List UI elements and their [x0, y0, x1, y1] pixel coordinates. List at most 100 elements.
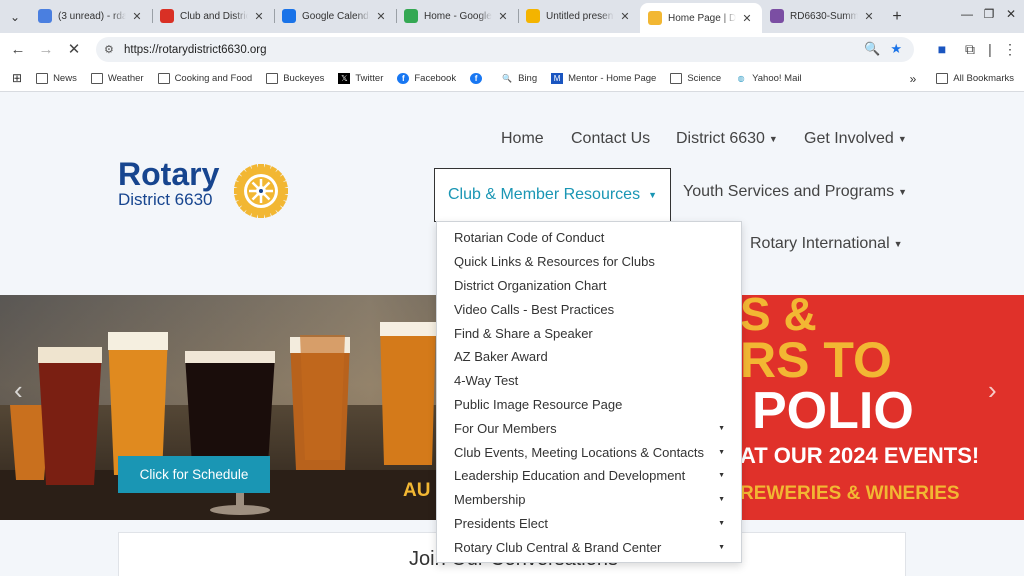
tab-title: RD6630-Summer — [790, 10, 858, 22]
bookmark-item[interactable]: Weather — [90, 72, 144, 84]
apps-grid-icon[interactable]: ⊞ — [12, 71, 22, 85]
nav-get-involved[interactable]: Get Involved ▼ — [804, 130, 907, 148]
forward-button[interactable]: → — [32, 35, 60, 63]
dropdown-item-label: Video Calls - Best Practices — [454, 301, 615, 317]
tab-favicon-icon — [770, 9, 784, 23]
close-tab-icon[interactable]: ✕ — [374, 10, 388, 23]
close-tab-icon[interactable]: ✕ — [862, 10, 876, 23]
rotary-logo[interactable]: Rotary District 6630 — [118, 156, 220, 210]
slider-next-arrow[interactable]: › — [988, 375, 997, 406]
bookmark-item[interactable]: 🔍 Bing — [501, 73, 537, 84]
close-tab-icon[interactable]: ✕ — [252, 10, 266, 23]
bookmark-label: News — [53, 72, 77, 84]
nav-get-involved-label: Get Involved — [804, 130, 894, 147]
dropdown-item[interactable]: Membership ▼ — [437, 488, 741, 512]
dropdown-item[interactable]: 4-Way Test — [437, 369, 741, 393]
dropdown-item[interactable]: For Our Members ▼ — [437, 416, 741, 440]
tab-title: Home - Google Dr — [424, 10, 492, 22]
dropdown-item[interactable]: District Organization Chart — [437, 274, 741, 298]
nav-district[interactable]: District 6630 ▼ — [676, 130, 778, 148]
bookmark-item[interactable]: News — [36, 72, 77, 84]
bookmark-item[interactable]: Buckeyes — [266, 72, 324, 84]
close-tab-icon[interactable]: ✕ — [618, 10, 632, 23]
hero-line-4: AT OUR 2024 EVENTS! — [740, 443, 980, 468]
bookmark-item[interactable]: Cooking and Food — [157, 72, 252, 84]
zoom-icon[interactable]: 🔍 — [864, 41, 880, 57]
dropdown-item[interactable]: Rotarian Code of Conduct — [437, 226, 741, 250]
nav-contact[interactable]: Contact Us — [571, 130, 650, 148]
browser-tab[interactable]: Club and District ✕ — [152, 2, 274, 30]
bookmark-label: Bing — [518, 72, 538, 84]
dropdown-item[interactable]: AZ Baker Award — [437, 345, 741, 369]
bing-search-icon: 🔍 — [502, 73, 513, 83]
web-page: Rotary District 6630 Home Contact Us Dis… — [0, 92, 1024, 576]
browser-tab[interactable]: RD6630-Summer ✕ — [762, 2, 884, 30]
slider-prev-arrow[interactable]: ‹ — [14, 375, 23, 406]
stop-loading-button[interactable]: ✕ — [60, 35, 88, 63]
nav-club-member-resources[interactable]: Club & Member Resources ▼ — [434, 168, 671, 222]
close-window-button[interactable]: ✕ — [994, 0, 1024, 28]
address-bar[interactable]: ⚙ https://rotarydistrict6630.org 🔍 ★ — [96, 37, 914, 62]
extensions-puzzle-icon[interactable]: ⧉ — [956, 41, 984, 58]
nav-youth-services[interactable]: Youth Services and Programs ▼ — [683, 183, 907, 201]
dropdown-item[interactable]: Quick Links & Resources for Clubs — [437, 250, 741, 274]
bookmark-item[interactable]: f — [470, 72, 487, 84]
tab-favicon-icon — [282, 9, 296, 23]
bookmark-list: News Weather Cooking and Food Buckeyes 𝕏 Twit… — [22, 72, 802, 84]
dropdown-item-label: Public Image Resource Page — [454, 396, 623, 412]
tab-favicon-icon — [526, 9, 540, 23]
bookmark-label: Mentor - Home Page — [568, 72, 657, 84]
dropdown-item[interactable]: Presidents Elect ▼ — [437, 512, 741, 536]
close-tab-icon[interactable]: ✕ — [496, 10, 510, 23]
browser-tab[interactable]: (3 unread) - rda ✕ — [30, 2, 152, 30]
nav-rotary-international[interactable]: Rotary International ▼ — [750, 235, 903, 253]
bookmark-item[interactable]: Science — [670, 72, 721, 84]
folder-icon — [36, 72, 49, 84]
tab-strip: (3 unread) - rda ✕ Club and District ✕ Googl… — [30, 0, 884, 33]
bookmark-item[interactable]: 𝕏 Twitter — [338, 72, 383, 84]
yahoo-icon: ◍ — [737, 73, 745, 83]
tab-favicon-icon — [38, 9, 52, 23]
bookmark-label: Yahoo! Mail — [752, 72, 802, 84]
restore-icon: ❐ — [983, 7, 995, 21]
nav-home[interactable]: Home — [501, 130, 544, 148]
bookmark-item[interactable]: M Mentor - Home Page — [551, 72, 657, 84]
caret-down-icon: ▼ — [893, 238, 903, 249]
browser-tab[interactable]: Google Calendar ✕ — [274, 2, 396, 30]
extension-square-icon[interactable]: ■ — [928, 41, 956, 57]
dropdown-item[interactable]: Rotary Club Central & Brand Center ▼ — [437, 535, 741, 559]
nav-district-label: District 6630 — [676, 130, 765, 147]
dropdown-item[interactable]: Find & Share a Speaker — [437, 321, 741, 345]
tab-title: Club and District — [180, 10, 248, 22]
browser-tab[interactable]: Home - Google Dr ✕ — [396, 2, 518, 30]
all-bookmarks[interactable]: All Bookmarks — [936, 73, 1014, 84]
logo-word: Rotary — [118, 156, 220, 192]
caret-down-icon: ▼ — [648, 190, 657, 200]
dropdown-item[interactable]: Public Image Resource Page — [437, 393, 741, 417]
browser-tab[interactable]: Untitled present ✕ — [518, 2, 640, 30]
hero-line-3: POLIO — [752, 382, 914, 440]
arrow-left-icon: ← — [10, 40, 26, 58]
folder-icon — [157, 72, 170, 84]
dropdown-item-label: Rotary Club Central & Brand Center — [454, 539, 662, 555]
dropdown-item[interactable]: Leadership Education and Development ▼ — [437, 464, 741, 488]
bookmark-item[interactable]: f Facebook — [397, 72, 456, 84]
click-for-schedule-button[interactable]: Click for Schedule — [118, 456, 270, 493]
dropdown-item[interactable]: Club Events, Meeting Locations & Contact… — [437, 440, 741, 464]
new-tab-button[interactable]: + — [884, 0, 910, 33]
browser-tab[interactable]: Home Page | Dist ✕ — [640, 3, 762, 33]
all-bookmarks-label: All Bookmarks — [953, 73, 1014, 84]
chevron-right-double-icon[interactable]: » — [910, 72, 917, 86]
back-button[interactable]: ← — [4, 35, 32, 63]
caret-down-icon: ▼ — [898, 186, 907, 197]
browser-tab-bar: ⌄ (3 unread) - rda ✕ Club and District ✕ Goo… — [0, 0, 1024, 33]
close-tab-icon[interactable]: ✕ — [740, 12, 754, 25]
more-menu-icon[interactable]: ⋮ — [996, 41, 1024, 58]
bookmark-star-icon[interactable]: ★ — [890, 41, 902, 57]
close-tab-icon[interactable]: ✕ — [130, 10, 144, 23]
dropdown-item[interactable]: Video Calls - Best Practices — [437, 297, 741, 321]
tab-search-dropdown[interactable]: ⌄ — [0, 0, 30, 33]
bookmark-item[interactable]: ◍ Yahoo! Mail — [735, 72, 802, 84]
mentor-icon: M — [551, 72, 564, 84]
site-settings-icon[interactable]: ⚙ — [104, 43, 122, 56]
